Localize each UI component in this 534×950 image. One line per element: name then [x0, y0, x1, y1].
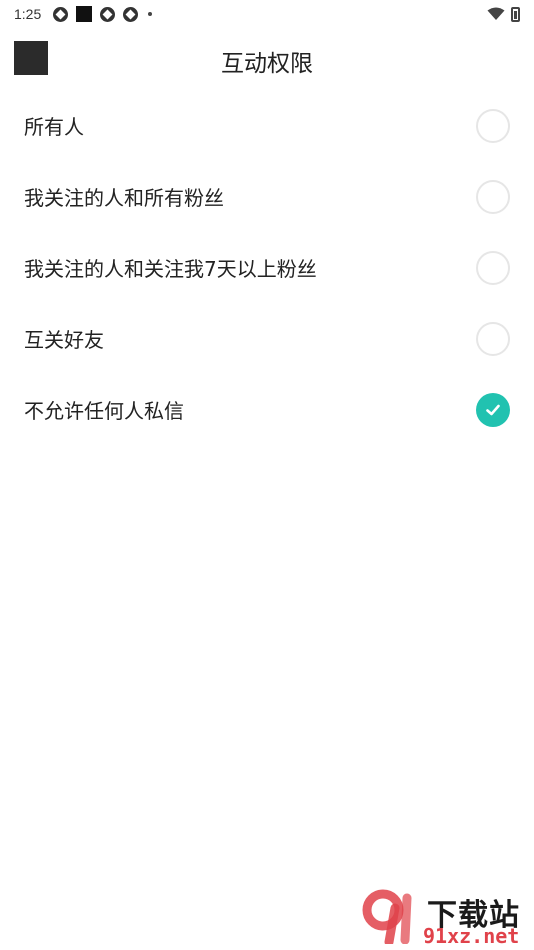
dot-icon	[148, 12, 153, 16]
radio-unchecked-icon[interactable]	[476, 179, 510, 214]
watermark-domain: 91xz.net	[423, 924, 520, 948]
check-icon	[486, 404, 500, 415]
aperture-icon	[100, 6, 116, 22]
watermark-logo-icon	[362, 889, 412, 944]
option-row[interactable]: 不允许任何人私信	[0, 374, 534, 445]
option-label: 我关注的人和关注我7天以上粉丝	[24, 257, 317, 281]
header: 互动权限	[0, 30, 534, 92]
status-time: 1:25	[14, 6, 42, 22]
watermark: 下载站 91xz.net	[359, 888, 534, 950]
option-label: 所有人	[24, 115, 84, 139]
square-icon	[76, 6, 93, 22]
option-row[interactable]: 我关注的人和所有粉丝	[0, 161, 534, 232]
option-label: 不允许任何人私信	[24, 399, 184, 423]
option-label: 我关注的人和所有粉丝	[24, 186, 224, 210]
option-row[interactable]: 所有人	[0, 90, 534, 161]
radio-unchecked-icon[interactable]	[476, 108, 510, 143]
aperture-icon	[53, 6, 69, 22]
options-list: 所有人 我关注的人和所有粉丝 我关注的人和关注我7天以上粉丝 互关好友 不允许任…	[0, 90, 534, 445]
aperture-icon	[123, 6, 139, 22]
battery-icon	[511, 6, 520, 22]
option-label: 互关好友	[24, 328, 104, 352]
screen: 1:25 互动权限 所有人 我关注的人和所有粉丝 我关注的人和关注我7天以上粉丝	[0, 0, 534, 950]
radio-unchecked-icon[interactable]	[476, 321, 510, 356]
wifi-icon	[487, 7, 505, 20]
status-bar: 1:25	[0, 0, 534, 28]
option-row[interactable]: 我关注的人和关注我7天以上粉丝	[0, 232, 534, 303]
status-right	[487, 6, 520, 22]
option-row[interactable]: 互关好友	[0, 303, 534, 374]
page-title: 互动权限	[221, 51, 313, 77]
radio-checked-icon[interactable]	[476, 392, 510, 427]
radio-unchecked-icon[interactable]	[476, 250, 510, 285]
